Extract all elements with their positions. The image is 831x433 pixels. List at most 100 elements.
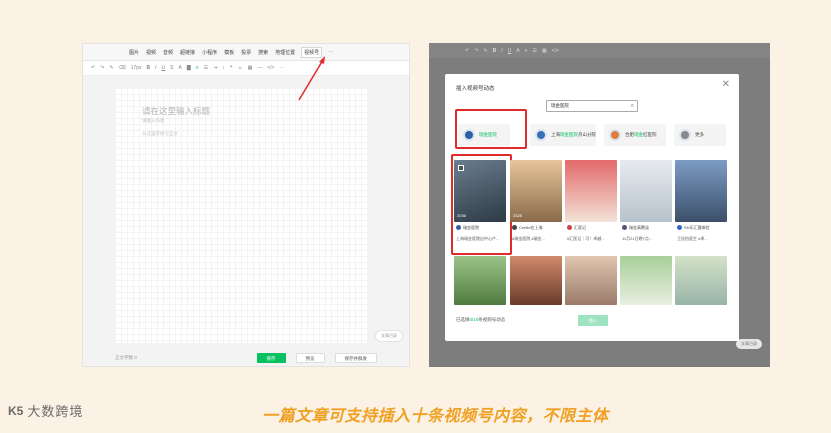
- search-value: 瑞金医院: [551, 103, 569, 108]
- menu-image[interactable]: 图片: [129, 49, 139, 56]
- author-input[interactable]: 请输入作者: [142, 118, 165, 124]
- menu-vote[interactable]: 投票: [241, 49, 251, 56]
- italic-icon: I: [501, 47, 503, 54]
- video-author: 瑞金高瞻谈: [622, 225, 649, 231]
- menu-more[interactable]: ⋯: [328, 49, 333, 55]
- video-card[interactable]: [620, 256, 672, 305]
- list-icon: ☰: [532, 47, 537, 54]
- video-desc: 11月21日晚7点...: [622, 236, 653, 241]
- font-size-select[interactable]: 17px: [131, 65, 142, 71]
- video-card[interactable]: [675, 256, 727, 305]
- menu-location[interactable]: 地理位置: [275, 49, 295, 56]
- redo-icon[interactable]: ↷: [100, 65, 104, 71]
- menu-link[interactable]: 超链接: [180, 49, 195, 56]
- video-author: 汇医记: [567, 225, 586, 231]
- table-icon[interactable]: ▦: [248, 65, 253, 71]
- article-canvas[interactable]: 请在这里输入标题 请输入作者 从这里开始写正文: [115, 88, 367, 343]
- dialog-title: 插入视频号动态: [456, 86, 495, 92]
- more-icon[interactable]: ⋯: [280, 65, 285, 71]
- undo-icon[interactable]: ↶: [91, 65, 95, 71]
- video-card[interactable]: 3328 Cerlito在上海 #瑞金医院 #瑞金...: [510, 160, 562, 251]
- outline-pill: 文章目录: [736, 339, 762, 349]
- outline-pill[interactable]: 文章目录: [375, 330, 403, 342]
- view-count: 3328: [513, 213, 522, 218]
- video-author: SH乐汇健体验: [677, 225, 710, 231]
- selection-counter: 已选择0/10条视频号动态: [456, 317, 506, 322]
- close-icon[interactable]: ✕: [722, 79, 730, 90]
- code-icon[interactable]: </>: [267, 65, 274, 71]
- insert-menubar: 图片 视频 音频 超链接 小程序 模板 投票 搜索 地理位置 视频号 ⋯: [83, 44, 409, 61]
- list-icon[interactable]: ☰: [204, 65, 208, 71]
- font-color-icon: A: [516, 47, 520, 54]
- undo-icon: ↶: [465, 47, 470, 54]
- align-icon: ≡: [524, 47, 528, 54]
- account-item[interactable]: 更多: [674, 124, 726, 146]
- insert-channels-dialog: 插入视频号动态 ✕ 瑞金医院 ⌕ 瑞金医院 上海瑞金医院舟山分院 合肥瑞金红医院…: [445, 74, 739, 341]
- word-count: 正文字数 0: [115, 355, 137, 360]
- quote-icon[interactable]: ❝: [230, 65, 233, 71]
- video-card[interactable]: [454, 256, 506, 305]
- avatar: [535, 129, 547, 141]
- account-item[interactable]: 合肥瑞金红医院: [604, 124, 666, 146]
- bold-icon: B: [492, 47, 497, 54]
- emoji-icon[interactable]: ☺: [238, 65, 243, 71]
- video-card[interactable]: 2036 瑞金医院 上海瑞金医院出中心产...: [454, 160, 506, 251]
- format-brush-icon[interactable]: ✎: [109, 65, 113, 71]
- account-name: 上海瑞金医院舟山分院: [551, 132, 596, 137]
- menu-template[interactable]: 模板: [224, 49, 234, 56]
- video-desc: 上海瑞金医院出中心产...: [456, 236, 500, 241]
- underline-icon: U: [507, 47, 512, 54]
- format-brush-icon: ✎: [483, 47, 488, 54]
- menu-channels[interactable]: 视频号: [301, 46, 323, 58]
- insert-button[interactable]: 插入: [578, 315, 608, 326]
- view-count: 2036: [457, 213, 466, 218]
- select-checkbox[interactable]: [458, 165, 464, 171]
- line-height-icon[interactable]: ↕: [222, 65, 225, 71]
- video-desc: 王佳怡医生 #卓...: [677, 236, 708, 241]
- account-item[interactable]: 瑞金医院: [458, 124, 510, 146]
- bold-icon[interactable]: B: [147, 65, 151, 71]
- video-author: Cerlito在上海: [512, 225, 543, 231]
- menu-search[interactable]: 搜索: [258, 49, 268, 56]
- account-name: 合肥瑞金红医院: [625, 132, 657, 137]
- save-button[interactable]: 保存: [256, 353, 286, 363]
- video-card[interactable]: 瑞金高瞻谈 11月21日晚7点...: [620, 160, 672, 251]
- dimmed-toolbar: ↶ ↷ ✎ B I U A ≡ ☰ ▦ </>: [429, 43, 770, 58]
- video-author: 瑞金医院: [456, 225, 479, 231]
- search-input[interactable]: 瑞金医院 ⌕: [546, 100, 638, 112]
- caption: 一篇文章可支持插入十条视频号内容，不限主体: [262, 408, 609, 425]
- search-icon[interactable]: ⌕: [631, 101, 634, 111]
- background-color-icon[interactable]: ▇: [187, 65, 191, 71]
- editor-footer: 正文字数 0 保存 预览 保存并群发: [115, 351, 377, 365]
- strike-icon[interactable]: S: [170, 65, 173, 71]
- font-color-icon[interactable]: A: [179, 65, 182, 71]
- save-publish-button[interactable]: 保存并群发: [334, 353, 377, 363]
- video-card[interactable]: SH乐汇健体验 王佳怡医生 #卓...: [675, 160, 727, 251]
- account-name: 瑞金医院: [479, 132, 497, 137]
- italic-icon[interactable]: I: [155, 65, 156, 71]
- brand-name: 大数跨境: [27, 404, 84, 419]
- video-card[interactable]: 汇医记 #汇医记｜可！卓越...: [565, 160, 617, 251]
- video-desc: #汇医记｜可！卓越...: [567, 236, 605, 241]
- video-card[interactable]: [565, 256, 617, 305]
- table-icon: ▦: [542, 47, 547, 54]
- account-item[interactable]: 上海瑞金医院舟山分院: [530, 124, 596, 146]
- indent-icon[interactable]: ⇥: [213, 65, 217, 71]
- align-icon[interactable]: ≡: [196, 65, 199, 71]
- body-input[interactable]: 从这里开始写正文: [142, 131, 178, 137]
- preview-button[interactable]: 预览: [295, 353, 325, 363]
- video-cover: [675, 160, 727, 222]
- clear-format-icon[interactable]: ⌫: [119, 65, 126, 71]
- avatar: [463, 129, 475, 141]
- underline-icon[interactable]: U: [162, 65, 166, 71]
- avatar: [679, 129, 691, 141]
- video-card[interactable]: [510, 256, 562, 305]
- video-cover: [565, 160, 617, 222]
- video-cover: [620, 160, 672, 222]
- divider-icon[interactable]: —: [257, 65, 262, 71]
- menu-audio[interactable]: 音频: [163, 49, 173, 56]
- menu-miniprogram[interactable]: 小程序: [202, 49, 217, 56]
- format-toolbar: ↶ ↷ ✎ ⌫ 17px B I U S A ▇ ≡ ☰ ⇥ ↕ ❝ ☺ ▦ —…: [83, 61, 409, 76]
- title-input[interactable]: 请在这里输入标题: [142, 105, 210, 117]
- menu-video[interactable]: 视频: [146, 49, 156, 56]
